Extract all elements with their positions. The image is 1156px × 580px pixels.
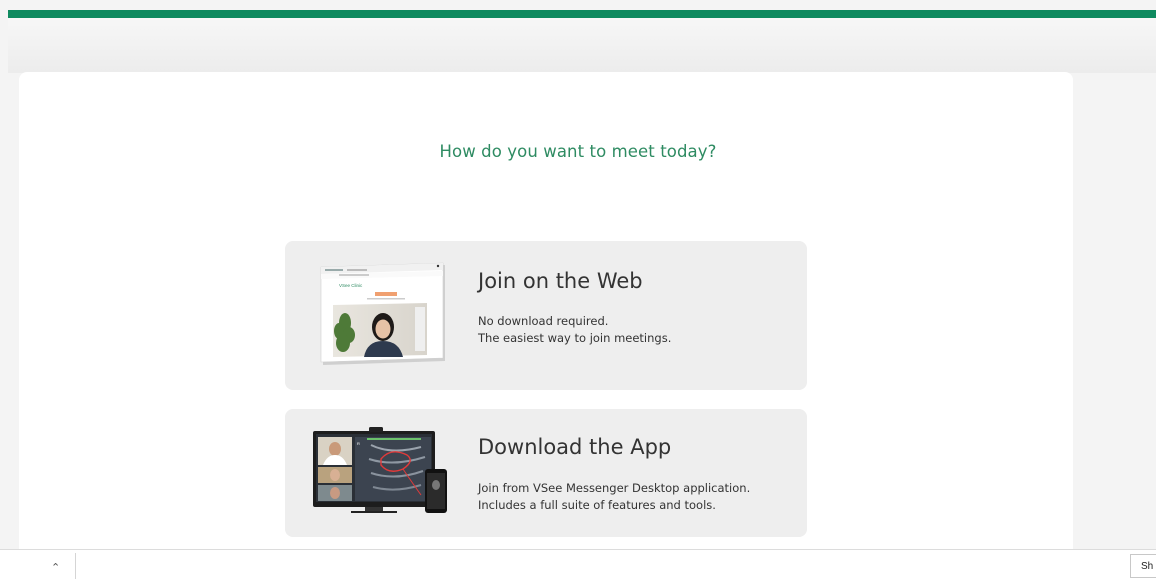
download-app-desc-line2: Includes a full suite of features and to… [478,498,716,512]
join-web-desc-line1: No download required. [478,314,609,328]
desktop-app-illustration: R [313,427,447,513]
header-band [8,18,1156,73]
show-all-label: Sh [1141,560,1154,572]
join-web-description: No download required. The easiest way to… [478,313,671,347]
web-thumb-brand: VSee Clinic [339,283,363,288]
download-app-option[interactable]: R Download the App Join from VSee Messen… [285,409,807,537]
bottom-bar: ⌃ Sh [0,549,1156,580]
join-web-title: Join on the Web [478,269,643,293]
top-accent-bar [8,10,1156,18]
bottom-divider [75,553,76,579]
download-app-desc-line1: Join from VSee Messenger Desktop applica… [478,481,751,495]
join-web-option[interactable]: VSee Clinic Join on the Web No download … [285,241,807,390]
chevron-up-icon[interactable]: ⌃ [51,561,60,574]
page-title: How do you want to meet today? [439,142,717,161]
join-web-desc-line2: The easiest way to join meetings. [478,331,672,345]
svg-text:R: R [357,441,360,446]
download-app-title: Download the App [478,435,672,459]
web-browser-illustration: VSee Clinic [320,262,445,365]
download-app-description: Join from VSee Messenger Desktop applica… [478,480,750,514]
show-all-button[interactable]: Sh [1130,554,1156,578]
